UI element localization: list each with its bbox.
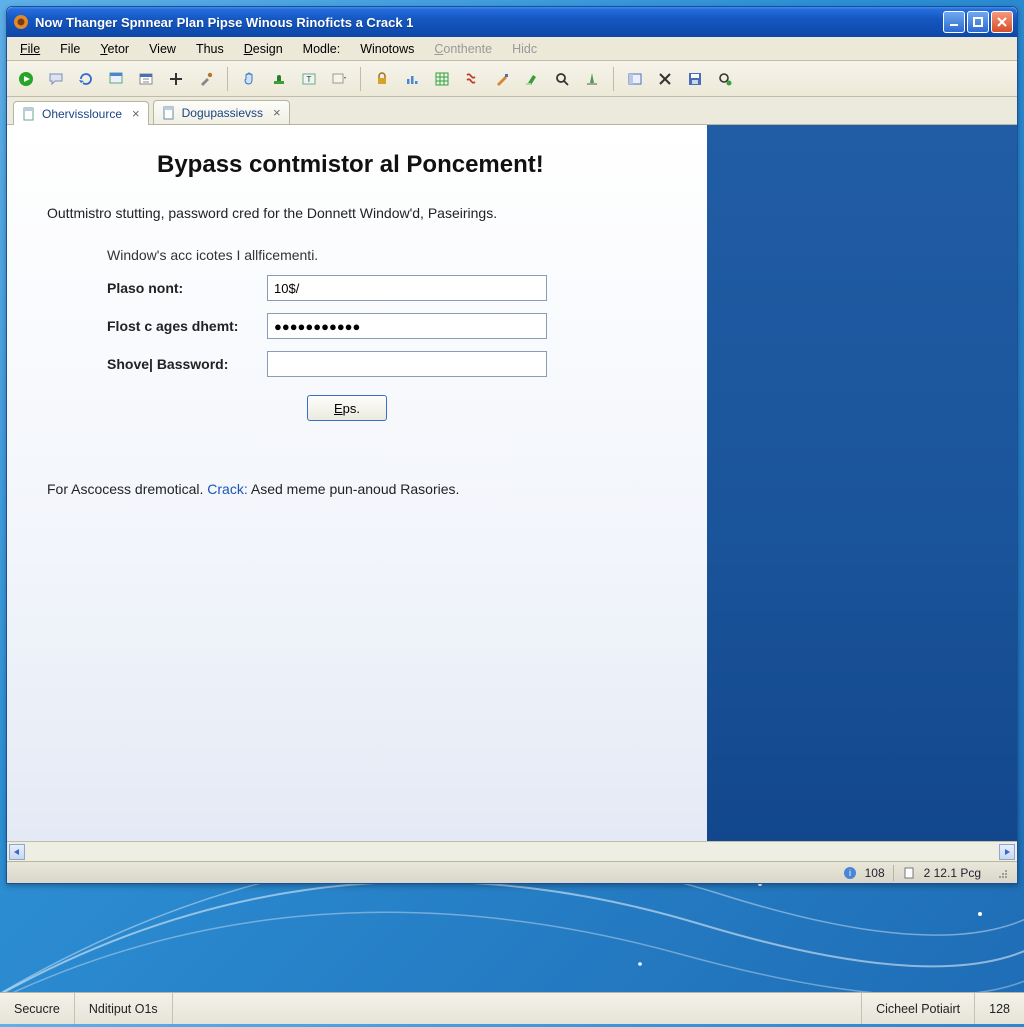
- calendar-icon[interactable]: [133, 66, 159, 92]
- search-icon[interactable]: [549, 66, 575, 92]
- taskbar-cell-3[interactable]: Cicheel Potiairt: [862, 993, 975, 1024]
- toolbar: T: [7, 61, 1017, 97]
- app-window: Now Thanger Spnnear Plan Pipse Winous Ri…: [6, 6, 1018, 884]
- field1-label: Plaso nont:: [107, 280, 267, 296]
- page-icon: [902, 866, 916, 880]
- page-heading: Bypass contmistor al Poncement!: [157, 151, 667, 179]
- panel-icon[interactable]: [622, 66, 648, 92]
- taskbar-spacer: [173, 993, 862, 1024]
- document-icon: [162, 106, 176, 120]
- document-icon: [22, 107, 36, 121]
- taskbar-cell-1[interactable]: Secucre: [0, 993, 75, 1024]
- refresh-icon[interactable]: [73, 66, 99, 92]
- toolbar-separator: [360, 67, 361, 91]
- chat-icon[interactable]: [43, 66, 69, 92]
- delete-icon[interactable]: [652, 66, 678, 92]
- window-title: Now Thanger Spnnear Plan Pipse Winous Ri…: [35, 15, 943, 30]
- field2-label: Flost c ages dhemt:: [107, 318, 267, 334]
- maximize-button[interactable]: [967, 11, 989, 33]
- tab-label: Ohervisslource: [42, 107, 122, 121]
- lock-icon[interactable]: [369, 66, 395, 92]
- content-area: Bypass contmistor al Poncement! Outtmist…: [7, 125, 1017, 861]
- window-statusbar: i 108 2 12.1 Pcg: [7, 861, 1017, 883]
- submit-button[interactable]: EEps.ps.: [307, 395, 387, 421]
- svg-text:T: T: [307, 75, 312, 84]
- info-icon: i: [843, 866, 857, 880]
- page-intro-text: Outtmistro stutting, password cred for t…: [47, 205, 667, 221]
- horizontal-scrollbar[interactable]: [7, 841, 1017, 861]
- measure-icon[interactable]: [579, 66, 605, 92]
- footer-text: For Ascocess dremotical. Crack: Ased mem…: [47, 481, 667, 497]
- grid-icon[interactable]: [429, 66, 455, 92]
- footer-pre: For Ascocess dremotical.: [47, 481, 207, 497]
- status-page-info: 2 12.1 Pcg: [924, 866, 981, 880]
- minimize-button[interactable]: [943, 11, 965, 33]
- app-icon: [13, 14, 29, 30]
- tab-dogupassievss[interactable]: Dogupassievss ×: [153, 100, 290, 124]
- menu-modle[interactable]: Modle:: [294, 40, 350, 58]
- menu-file-2[interactable]: File: [51, 40, 89, 58]
- scroll-left-button[interactable]: [9, 844, 25, 860]
- footer-link[interactable]: Crack:: [207, 481, 247, 497]
- menu-thus[interactable]: Thus: [187, 40, 233, 58]
- tool-icon[interactable]: [193, 66, 219, 92]
- toolbar-separator: [227, 67, 228, 91]
- field2-input[interactable]: [267, 313, 547, 339]
- menu-conthente: Conthente: [425, 40, 501, 58]
- taskbar-cell-4[interactable]: 128: [975, 993, 1024, 1024]
- svg-text:i: i: [849, 868, 851, 878]
- marker-icon[interactable]: [519, 66, 545, 92]
- tab-close-icon[interactable]: ×: [132, 106, 140, 121]
- tabbar: Ohervisslource × Dogupassievss ×: [7, 97, 1017, 125]
- tab-ohervisslource[interactable]: Ohervisslource ×: [13, 101, 149, 125]
- menu-file[interactable]: File: [11, 40, 49, 58]
- menu-winotows[interactable]: Winotows: [351, 40, 423, 58]
- draw-icon[interactable]: [489, 66, 515, 92]
- play-icon[interactable]: [13, 66, 39, 92]
- chart-icon[interactable]: [399, 66, 425, 92]
- form-subheading: Window's acc icotes I allficementi.: [107, 247, 667, 263]
- text-icon[interactable]: T: [296, 66, 322, 92]
- field3-label: Shove| Bassword:: [107, 356, 267, 372]
- footer-post: Ased meme pun-anoud Rasories.: [251, 481, 460, 497]
- close-button[interactable]: [991, 11, 1013, 33]
- taskbar: Secucre Nditiput O1s Cicheel Potiairt 12…: [0, 992, 1024, 1024]
- menu-yetor[interactable]: Yetor: [91, 40, 138, 58]
- scroll-right-button[interactable]: [999, 844, 1015, 860]
- field1-input[interactable]: [267, 275, 547, 301]
- field3-input[interactable]: [267, 351, 547, 377]
- side-pane: [707, 125, 1017, 841]
- status-zoom: 108: [865, 866, 885, 880]
- script-icon[interactable]: [459, 66, 485, 92]
- save-icon[interactable]: [682, 66, 708, 92]
- stamp-icon[interactable]: [266, 66, 292, 92]
- menu-view[interactable]: View: [140, 40, 185, 58]
- window-icon[interactable]: [103, 66, 129, 92]
- menu-design[interactable]: Design: [235, 40, 292, 58]
- menu-hidc: Hidc: [503, 40, 546, 58]
- resize-grip-icon[interactable]: [995, 866, 1009, 880]
- menubar: File File Yetor View Thus Design Modle: …: [7, 37, 1017, 61]
- tab-label: Dogupassievss: [182, 106, 263, 120]
- dropdown-icon[interactable]: [326, 66, 352, 92]
- target-icon[interactable]: [712, 66, 738, 92]
- page-pane: Bypass contmistor al Poncement! Outtmist…: [7, 125, 707, 841]
- hand-icon[interactable]: [236, 66, 262, 92]
- toolbar-separator: [613, 67, 614, 91]
- titlebar[interactable]: Now Thanger Spnnear Plan Pipse Winous Ri…: [7, 7, 1017, 37]
- plus-icon[interactable]: [163, 66, 189, 92]
- taskbar-cell-2[interactable]: Nditiput O1s: [75, 993, 173, 1024]
- tab-close-icon[interactable]: ×: [273, 105, 281, 120]
